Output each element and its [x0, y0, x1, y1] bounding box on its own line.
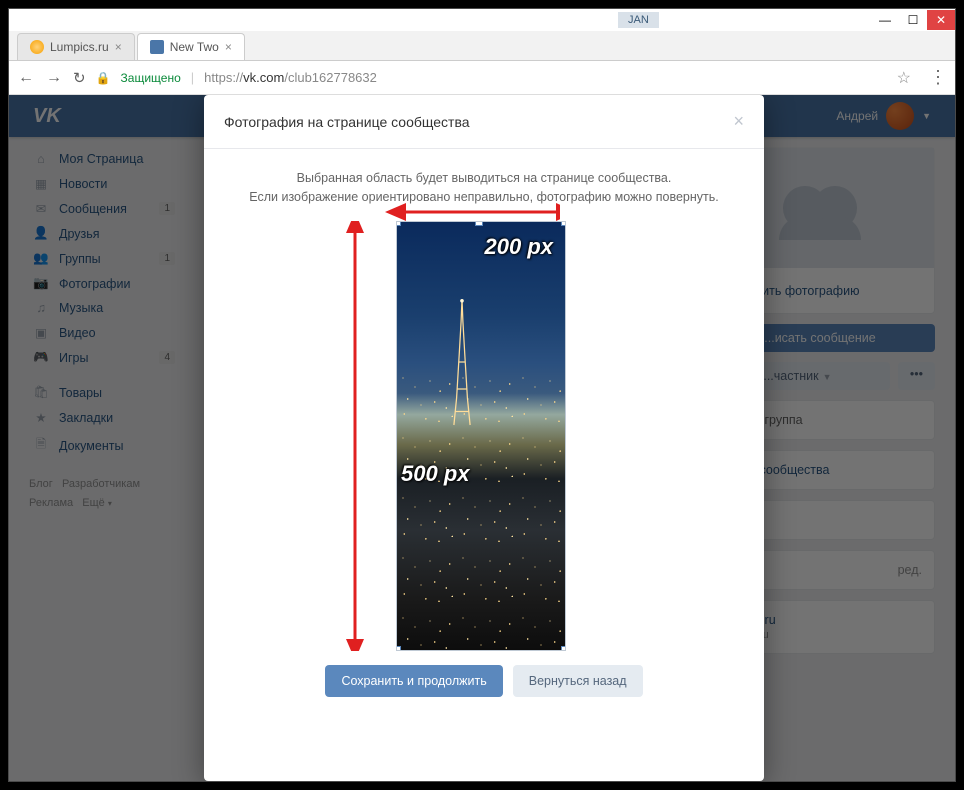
reload-icon[interactable]: ↻: [73, 69, 86, 87]
forward-icon[interactable]: →: [45, 69, 63, 87]
tab-label: Lumpics.ru: [50, 40, 109, 54]
browser-menu-icon[interactable]: ⋮: [929, 67, 947, 88]
close-icon[interactable]: ×: [733, 111, 744, 132]
titlebar: JAN ― ☐ ✕: [9, 9, 955, 31]
crop-modal: Фотография на странице сообщества × Выбр…: [204, 95, 764, 781]
width-dimension-label: 200 px: [485, 230, 554, 263]
height-arrow-icon: [344, 221, 366, 651]
favicon-icon: [30, 40, 44, 54]
modal-footer: Сохранить и продолжить Вернуться назад: [228, 651, 740, 714]
tab-close-icon[interactable]: ×: [115, 40, 122, 54]
bookmark-star-icon[interactable]: ☆: [897, 68, 911, 88]
secure-label: Защищено: [121, 71, 181, 85]
modal-header: Фотография на странице сообщества ×: [204, 95, 764, 149]
modal-title: Фотография на странице сообщества: [224, 114, 470, 130]
lock-icon: 🔒: [96, 71, 111, 85]
address-bar: ← → ↻ 🔒 Защищено | https://vk.com/club16…: [9, 61, 955, 95]
back-icon[interactable]: ←: [17, 69, 35, 87]
go-back-button[interactable]: Вернуться назад: [513, 665, 643, 698]
save-continue-button[interactable]: Сохранить и продолжить: [325, 665, 502, 698]
resize-handle[interactable]: [396, 646, 401, 651]
modal-desc-line1: Выбранная область будет выводиться на ст…: [228, 169, 740, 188]
minimize-button[interactable]: ―: [871, 10, 899, 30]
tab-label: New Two: [170, 40, 219, 54]
crop-area[interactable]: 200 px 500 px: [370, 221, 598, 651]
favicon-icon: [150, 40, 164, 54]
tab-strip: Lumpics.ru × New Two ×: [9, 31, 955, 61]
browser-window: JAN ― ☐ ✕ Lumpics.ru × New Two × ← → ↻ 🔒…: [8, 8, 956, 782]
titlebar-user-badge: JAN: [618, 12, 659, 28]
tab-lumpics[interactable]: Lumpics.ru ×: [17, 33, 135, 60]
tab-close-icon[interactable]: ×: [225, 40, 232, 54]
resize-handle[interactable]: [561, 221, 566, 226]
close-button[interactable]: ✕: [927, 10, 955, 30]
width-arrow-icon: [370, 203, 560, 221]
page-viewport: VK Андрей ▼ ⌂Моя Страница ▦Новости ✉Сооб…: [9, 95, 955, 781]
height-dimension-label: 500 px: [401, 457, 470, 490]
url-text[interactable]: https://vk.com/club162778632: [204, 70, 377, 85]
resize-handle[interactable]: [396, 221, 401, 226]
tab-vk[interactable]: New Two ×: [137, 33, 245, 60]
resize-handle[interactable]: [561, 646, 566, 651]
maximize-button[interactable]: ☐: [899, 10, 927, 30]
crop-image[interactable]: 200 px 500 px: [396, 221, 566, 651]
resize-handle[interactable]: [475, 221, 483, 226]
